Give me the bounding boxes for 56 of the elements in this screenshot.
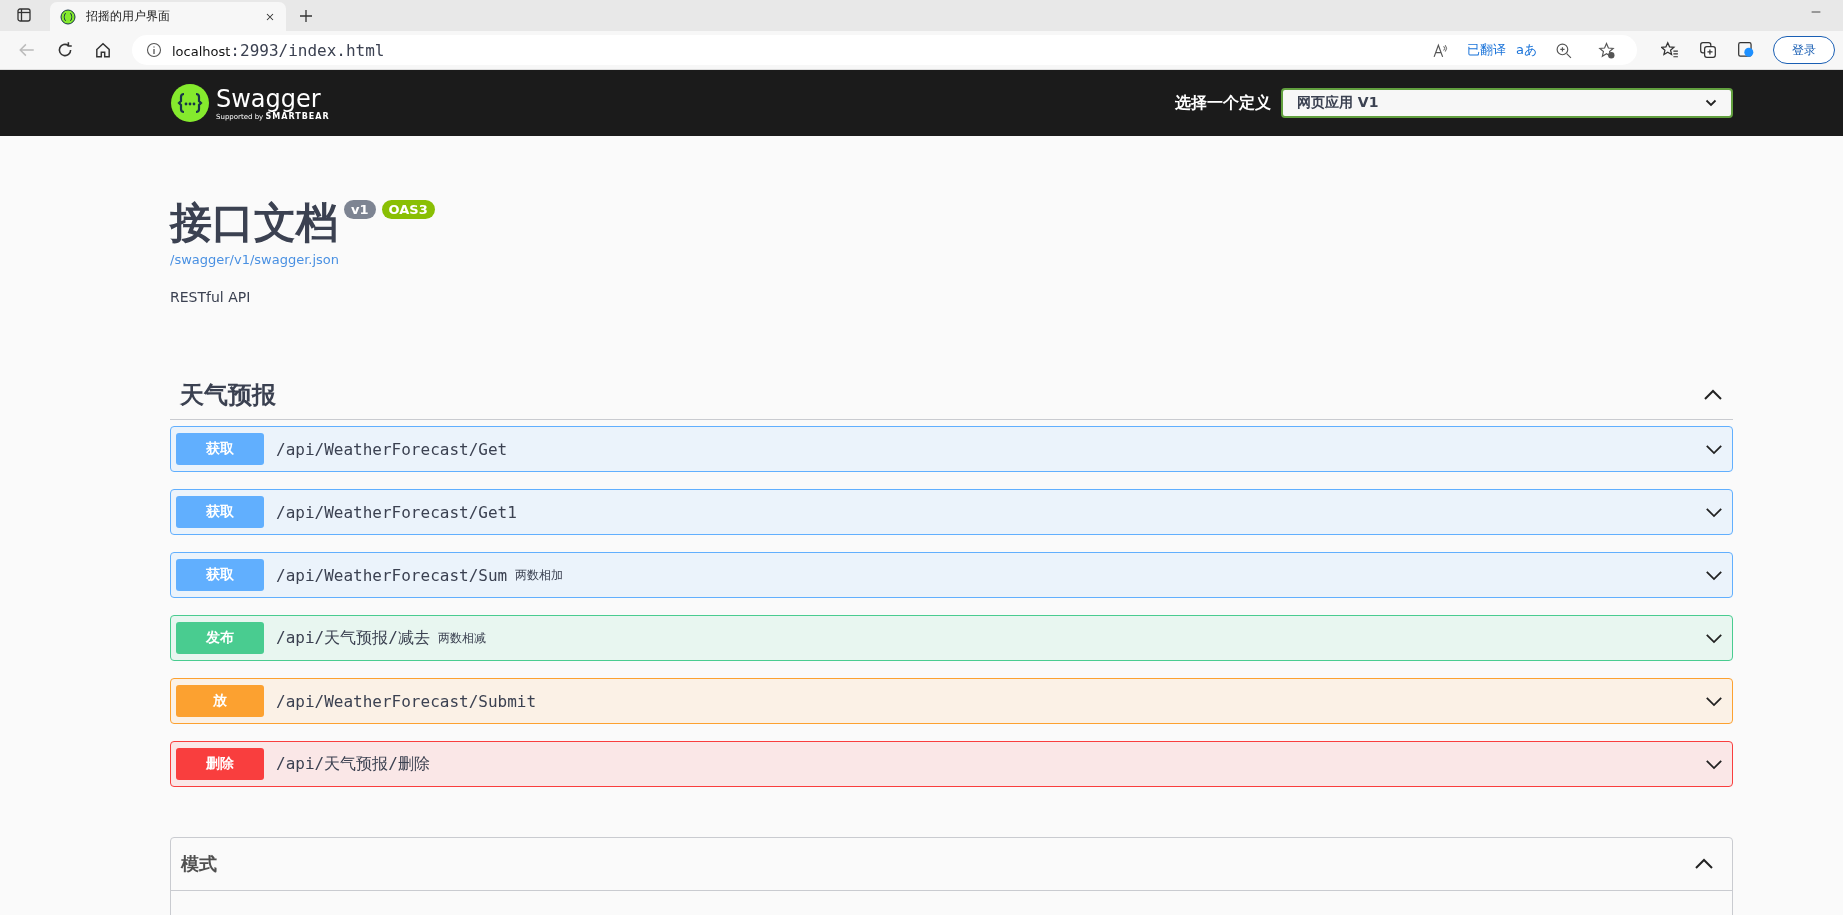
endpoint-path: /api/WeatherForecast/Get [276,439,508,459]
http-method-label: 发布 [176,622,264,654]
dropdown-caret-icon [1705,99,1717,107]
swagger-logo-icon [170,83,210,123]
refresh-icon[interactable] [56,41,74,59]
http-method-label: 删除 [176,748,264,780]
endpoint-path: /api/WeatherForecast/Sum [276,565,508,585]
operation-row[interactable]: 获取 /api/WeatherForecast/Get1 [170,489,1733,535]
chevron-icon [1705,506,1723,518]
chevron-icon [1705,695,1723,707]
address-bar[interactable]: localhost:2993/index.html 已翻译 aあ [132,35,1637,65]
new-tab-icon[interactable] [298,8,314,24]
api-title: 接口文档 [170,198,338,248]
chevron-icon[interactable] [1694,858,1714,870]
zoom-icon[interactable] [1555,41,1572,59]
http-method-label: 放 [176,685,264,717]
chevron-icon [1703,389,1723,401]
favorites-icon[interactable] [1661,41,1679,59]
translated-label[interactable]: 已翻译 [1467,41,1507,59]
operation-row[interactable]: 删除 /api/天气预报/删除 [170,741,1733,787]
endpoint-path: /api/WeatherForecast/Submit [276,691,537,711]
operation-row[interactable]: 放 /api/WeatherForecast/Submit [170,678,1733,724]
endpoint-summary: 两数相加 [515,566,564,584]
info-icon [146,42,162,58]
endpoint-summary: 两数相减 [437,629,486,647]
url-text: localhost:2993/index.html [172,40,385,60]
chevron-icon [1705,632,1723,644]
oas-badge: OAS3 [381,200,435,219]
http-method-label: 获取 [176,496,264,528]
swagger-favicon-icon [60,8,76,25]
definition-select[interactable]: 网页应用 V1 [1281,88,1733,118]
tag-section-header[interactable]: 天气预报 [170,371,1733,420]
version-badge: v1 [344,200,376,219]
operation-row[interactable]: 获取 /api/WeatherForecast/Sum 两数相加 [170,552,1733,598]
http-method-label: 获取 [176,559,264,591]
read-aloud-icon[interactable] [1432,41,1450,59]
home-icon[interactable] [94,41,112,59]
browser-tab[interactable]: 招摇的用户界面 [50,2,286,31]
schemas-title[interactable]: 模式 [181,852,217,876]
select-definition-label: 选择一个定义 [1175,92,1271,114]
chevron-icon [1705,443,1723,455]
collections-icon[interactable] [1699,41,1717,59]
operation-row[interactable]: 发布 /api/天气预报/减去 两数相减 [170,615,1733,661]
chevron-icon [1705,569,1723,581]
sign-in-button[interactable]: 登录 [1773,36,1835,64]
translate-button[interactable]: aあ [1516,41,1537,59]
endpoint-path: /api/WeatherForecast/Get1 [276,502,517,522]
api-description: RESTful API [170,289,252,305]
endpoint-path: /api/天气预报/减去 [276,627,430,649]
ie-mode-icon[interactable] [1737,41,1755,59]
chevron-icon [1705,758,1723,770]
tab-actions-icon[interactable] [16,7,32,23]
http-method-label: 获取 [176,433,264,465]
add-favorite-icon[interactable] [1598,41,1615,59]
endpoint-path: /api/天气预报/删除 [276,753,430,775]
operation-row[interactable]: 获取 /api/WeatherForecast/Get [170,426,1733,472]
